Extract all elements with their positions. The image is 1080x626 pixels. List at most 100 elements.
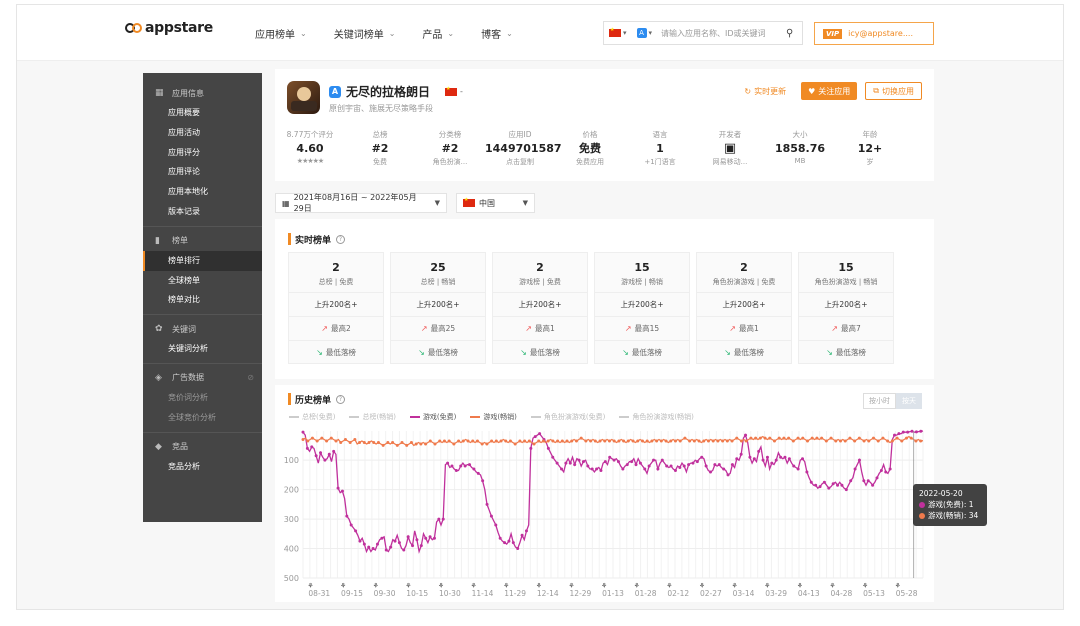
sidebar-section-0[interactable]: ▦ 应用信息 (143, 83, 262, 103)
series-point (340, 489, 344, 493)
series-point (697, 439, 701, 443)
sidebar-section-2[interactable]: ✿ 关键词 (143, 319, 262, 339)
sidebar-item[interactable]: 应用评分 (143, 143, 262, 163)
legend-item-5[interactable]: 角色扮演游戏(畅销) (619, 412, 694, 422)
series-point (345, 514, 349, 518)
sidebar-item[interactable]: 榜单排行 (143, 250, 262, 271)
legend-item-4[interactable]: 角色扮演游戏(免费) (530, 412, 605, 422)
series-point (625, 463, 629, 467)
series-point (876, 439, 880, 443)
history-chart[interactable]: 10020030040050008-31⚘09-15⚘09-30⚘10-15⚘1… (275, 423, 934, 603)
legend-item-3[interactable]: 游戏(畅销) (470, 412, 517, 422)
series-point (818, 485, 822, 489)
series-point (503, 541, 507, 545)
series-point (459, 464, 463, 468)
series-point (441, 517, 445, 521)
toggle-daily[interactable]: 按天 (896, 393, 922, 409)
series-point (626, 439, 630, 443)
rocket-icon: ⚘ (666, 582, 672, 590)
sidebar-section-4[interactable]: ◆ 竞品 (143, 437, 262, 457)
series-point (752, 457, 756, 461)
series-point (533, 435, 537, 439)
series-point (824, 439, 828, 443)
sidebar-divider (143, 362, 262, 364)
series-point (406, 535, 410, 539)
series-point (866, 479, 870, 483)
sidebar-divider (143, 225, 262, 227)
sidebar-section-3[interactable]: ◈ 广告数据 ⊘ (143, 368, 262, 388)
sidebar-item[interactable]: 竞品分析 (143, 457, 262, 477)
toggle-hourly[interactable]: 按小时 (863, 393, 896, 409)
series-point (358, 539, 362, 543)
switch-icon: ⧉ (873, 86, 879, 95)
sidebar-item[interactable]: 全球竞价分析 (143, 408, 262, 428)
search-input[interactable]: 请输入应用名称、ID或关键词 (657, 28, 786, 39)
chevron-down-icon: ⌄ (506, 29, 513, 38)
ad-icon: ◈ (155, 372, 162, 383)
sidebar-item[interactable]: 应用活动 (143, 123, 262, 143)
store-select[interactable]: A ▾ (632, 28, 658, 38)
help-icon[interactable]: ? (336, 394, 346, 404)
country-select[interactable]: ▾ (604, 27, 632, 37)
series-point (758, 436, 762, 440)
stat-3[interactable]: 应用ID 1449701587 点击复制 (485, 129, 562, 167)
series-point (546, 439, 550, 443)
sidebar-item[interactable]: 全球榜单 (143, 271, 262, 291)
stat-value: 免费 (579, 142, 601, 155)
sidebar-section-1[interactable]: ▮ 榜单 (143, 231, 262, 251)
series-point (659, 439, 663, 443)
series-point (857, 458, 861, 462)
series-point (700, 455, 704, 459)
legend-label: 总榜(免费) (302, 413, 336, 421)
nav-item-0[interactable]: 应用榜单 ⌄ (255, 26, 307, 41)
sidebar-item[interactable]: 关键词分析 (143, 339, 262, 359)
series-point (375, 542, 379, 546)
realtime-refresh-button[interactable]: ↻ 实时更新 (737, 82, 793, 100)
stat-value: 1 (656, 142, 664, 155)
legend-item-0[interactable]: 总榜(免费) (289, 412, 335, 422)
search-icon[interactable]: ⚲ (786, 28, 802, 39)
stat-label: 大小 (792, 130, 808, 139)
sidebar-item[interactable]: 应用概要 (143, 103, 262, 123)
appstare-logo[interactable]: appstare (125, 20, 213, 36)
help-icon[interactable]: ? (336, 234, 346, 244)
series-point (848, 436, 852, 440)
tile-rise: 上升200名+ (493, 293, 587, 317)
series-point (507, 539, 511, 543)
country-dropdown[interactable]: 中国▼ (456, 193, 535, 213)
tile-low-label: 最低落榜 (325, 348, 356, 357)
sidebar-item[interactable]: 应用本地化 (143, 182, 262, 202)
date-range-picker[interactable]: ▦ 2021年08月16日 ~ 2022年05月29日 ▼ (275, 193, 447, 213)
y-tick-label: 100 (284, 456, 299, 465)
nav-item-2[interactable]: 产品 ⌄ (422, 26, 454, 41)
series-point (461, 439, 465, 443)
sidebar-divider (143, 431, 262, 433)
nav-item-1[interactable]: 关键词榜单 ⌄ (334, 26, 396, 41)
follow-app-button[interactable]: ♥ 关注应用 (801, 82, 858, 100)
tile-header: 25 总榜 | 畅销 (391, 253, 485, 293)
legend-item-1[interactable]: 总榜(畅销) (349, 412, 396, 422)
series-point (607, 439, 611, 443)
rocket-icon: ⚘ (797, 582, 803, 590)
rocket-icon: ⚘ (503, 582, 509, 590)
x-tick-label: 11-14 (472, 589, 494, 598)
sidebar-item[interactable]: 竞价词分析 (143, 388, 262, 408)
stat-value: 4.60 (296, 142, 324, 155)
series-point (463, 464, 467, 468)
country-switch[interactable]: - (445, 86, 463, 96)
series-point (652, 458, 656, 462)
app-icon (287, 81, 320, 114)
sidebar-item[interactable]: 版本记录 (143, 202, 262, 222)
trend-down-icon: ↘ (520, 348, 527, 357)
sidebar-item[interactable]: 榜单对比 (143, 290, 262, 310)
series-point (688, 439, 692, 443)
nav-item-3[interactable]: 博客 ⌄ (481, 26, 513, 41)
tile-best: ↗ 最高25 (391, 317, 485, 341)
sidebar-item[interactable]: 应用评论 (143, 162, 262, 182)
series-point (717, 463, 721, 467)
switch-app-button[interactable]: ⧉ 切换应用 (865, 82, 922, 100)
user-account-button[interactable]: VIP icy@appstare.... (814, 22, 934, 45)
legend-item-2[interactable]: 游戏(免费) (409, 412, 456, 422)
series-point (579, 436, 583, 440)
series-point (518, 439, 522, 443)
